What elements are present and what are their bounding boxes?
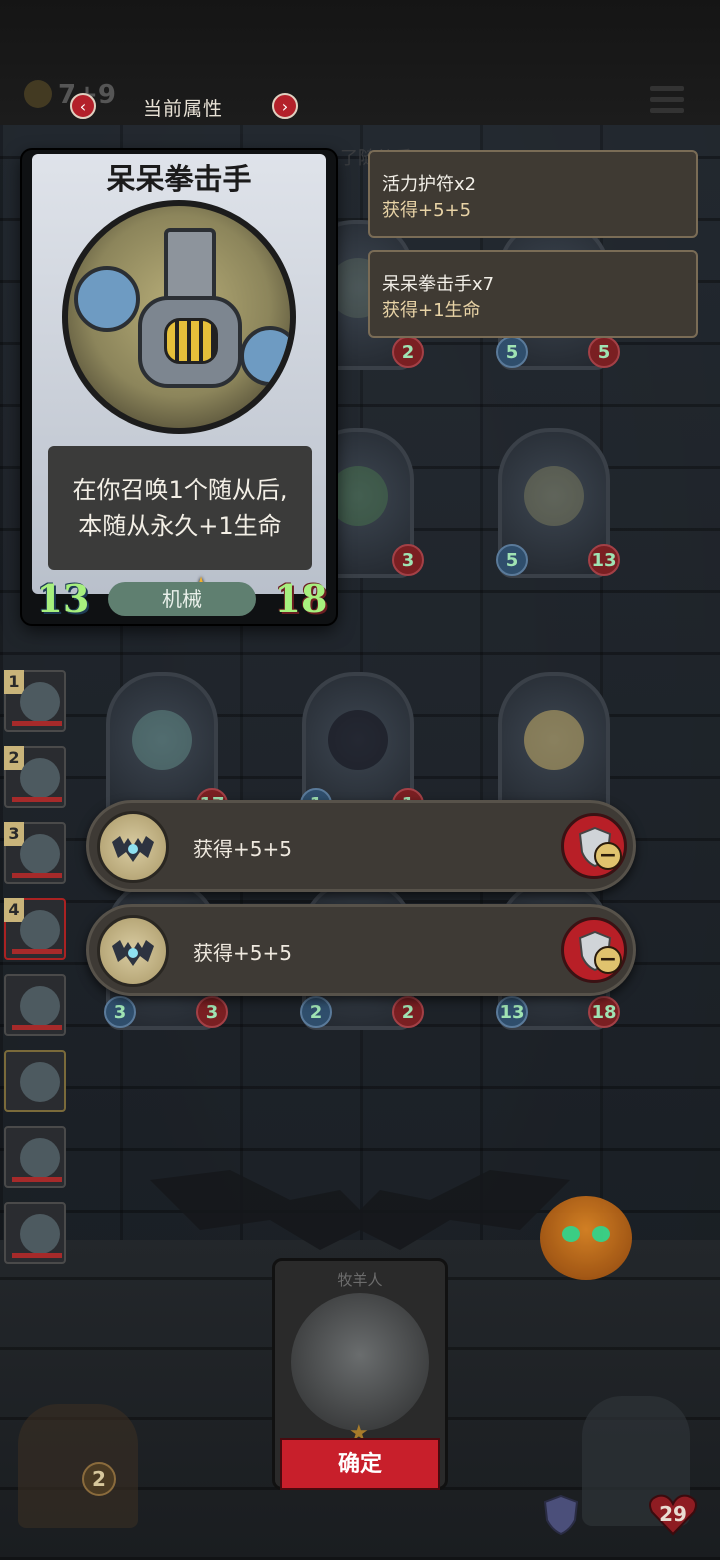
chest-count: 2 (82, 1462, 116, 1496)
minion-health: 3 (392, 544, 424, 576)
item-text: 获得+5+5 (193, 941, 292, 965)
tab-title: 当前属性 (143, 98, 224, 120)
minion-health: 5 (588, 336, 620, 368)
selected-card: 呆呆拳击手 在你召唤1个随从后, 本随从永久+1生命 ★ 13 机械 18 (22, 150, 336, 624)
hero-slot[interactable]: 1 (4, 670, 66, 732)
minion-attack: 13 (496, 996, 528, 1028)
boxer-robot-portrait (62, 200, 296, 434)
treasure-chest-icon[interactable] (18, 1404, 138, 1528)
bat-emblem-icon (150, 1170, 570, 1250)
card-description-line1: 在你召唤1个随从后, (72, 476, 288, 504)
remove-item-button[interactable]: − (561, 813, 627, 879)
minus-icon: − (594, 946, 622, 974)
menu-icon[interactable] (650, 86, 684, 116)
confirm-button[interactable]: 确定 (280, 1438, 440, 1490)
minion-attack: 2 (300, 996, 332, 1028)
card-type-tag: 机械 (108, 582, 256, 616)
buff-effect: 获得+5+5 (382, 200, 472, 221)
player-health-value: 29 (659, 1502, 687, 1526)
hero-slot[interactable] (4, 974, 66, 1036)
card-attack: 13 (36, 576, 90, 621)
hero-slot[interactable]: 3 (4, 822, 66, 884)
minion-attack: 5 (496, 544, 528, 576)
buff-source: 呆呆拳击手x7 (382, 274, 495, 295)
minion-health: 18 (588, 996, 620, 1028)
buff-panel: 呆呆拳击手x7 获得+1生命 (368, 250, 698, 338)
item-row: 获得+5+5 − (86, 904, 636, 996)
next-tab-button[interactable]: › (272, 93, 298, 119)
hero-slot[interactable]: 4 (4, 898, 66, 960)
card-name: 呆呆拳击手 (106, 162, 252, 196)
remove-item-button[interactable]: − (561, 917, 627, 983)
hero-slot[interactable] (4, 1202, 66, 1264)
player-health: 29 (648, 1492, 698, 1536)
item-text: 获得+5+5 (193, 837, 292, 861)
minus-icon: − (594, 842, 622, 870)
hero-slot[interactable]: 2 (4, 746, 66, 808)
prev-tab-button[interactable]: ‹ (70, 93, 96, 119)
armor-shield-icon (543, 1494, 579, 1536)
hero-slot[interactable] (4, 1126, 66, 1188)
pumpkin-icon[interactable] (540, 1196, 632, 1280)
buff-effect: 获得+1生命 (382, 300, 481, 321)
minion-attack: 5 (496, 336, 528, 368)
minion-health: 3 (196, 996, 228, 1028)
buff-source: 活力护符x2 (382, 174, 477, 195)
buff-panel: 活力护符x2 获得+5+5 (368, 150, 698, 238)
game-screen: 7+9 ‹ 当前属性 › 了随从后 2 5 5 3 5 13 17 1 1 3 … (0, 0, 720, 1560)
board-minion[interactable]: 5 13 (496, 428, 620, 578)
hand-card-name: 牧羊人 (337, 1271, 383, 1289)
minion-health: 2 (392, 336, 424, 368)
bat-amulet-icon (97, 915, 169, 987)
hero-rank: 3 (4, 822, 24, 846)
item-row: 获得+5+5 − (86, 800, 636, 892)
minion-health: 2 (392, 996, 424, 1028)
hero-rank: 1 (4, 670, 24, 694)
coin-icon (24, 80, 52, 108)
minion-health: 13 (588, 544, 620, 576)
hero-rank: 2 (4, 746, 24, 770)
bat-amulet-icon (97, 811, 169, 883)
shepherd-portrait (291, 1293, 429, 1431)
card-description-line2: 本随从永久+1生命 (78, 512, 282, 540)
card-description-box: 在你召唤1个随从后, 本随从永久+1生命 (48, 446, 312, 570)
card-health: 18 (274, 576, 328, 621)
hero-slot[interactable] (4, 1050, 66, 1112)
hero-rank: 4 (4, 898, 24, 922)
card-description: 在你召唤1个随从后, 本随从永久+1生命 (48, 472, 312, 544)
minion-attack: 3 (104, 996, 136, 1028)
